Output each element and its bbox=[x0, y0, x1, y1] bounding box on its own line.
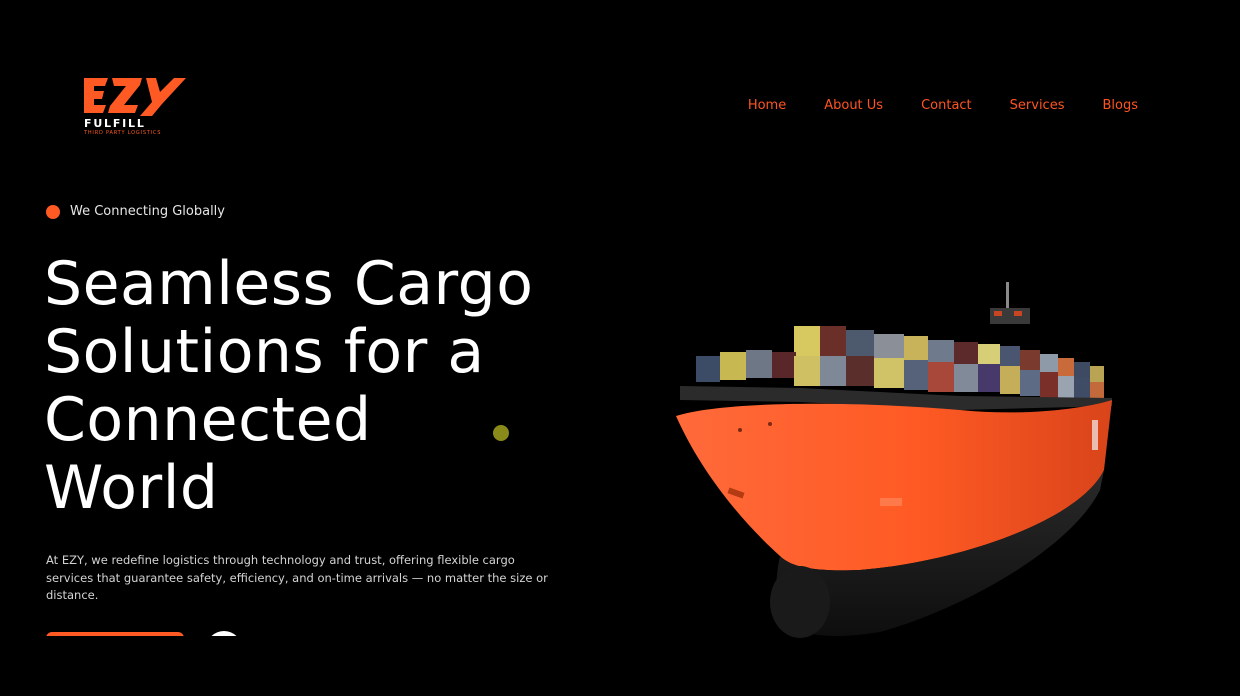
brand-tagline: THIRD PARTY LOGISTICS bbox=[84, 130, 162, 136]
eyebrow-text: We Connecting Globally bbox=[70, 204, 225, 219]
nav-contact[interactable]: Contact bbox=[921, 98, 972, 113]
ezy-logo-mark bbox=[84, 78, 186, 116]
hero-eyebrow: We Connecting Globally bbox=[46, 204, 225, 219]
headline-line-3: Connected bbox=[44, 385, 372, 455]
hero-headline: Seamless Cargo Solutions for a Connected… bbox=[44, 250, 604, 522]
nav-services[interactable]: Services bbox=[1010, 98, 1065, 113]
headline-line-1: Seamless Cargo bbox=[44, 249, 534, 319]
nav-about-us[interactable]: About Us bbox=[824, 98, 883, 113]
orange-dot-icon bbox=[46, 204, 60, 219]
brand-logo[interactable]: FULFILL THIRD PARTY LOGISTICS bbox=[82, 74, 192, 138]
headline-line-2: Solutions for a bbox=[44, 317, 485, 387]
headline-line-4: World bbox=[44, 453, 219, 523]
nav-blogs[interactable]: Blogs bbox=[1102, 98, 1138, 113]
nav-home[interactable]: Home bbox=[748, 98, 786, 113]
olive-dot-icon bbox=[493, 425, 509, 441]
cargo-ship-image bbox=[676, 282, 1112, 638]
hero-description: At EZY, we redefine logistics through te… bbox=[46, 553, 548, 602]
landing-page: FULFILL THIRD PARTY LOGISTICS Home About… bbox=[0, 0, 1240, 696]
fold-mask bbox=[0, 636, 1240, 696]
brand-name: FULFILL bbox=[84, 117, 146, 130]
main-nav: Home About Us Contact Services Blogs bbox=[748, 98, 1138, 113]
